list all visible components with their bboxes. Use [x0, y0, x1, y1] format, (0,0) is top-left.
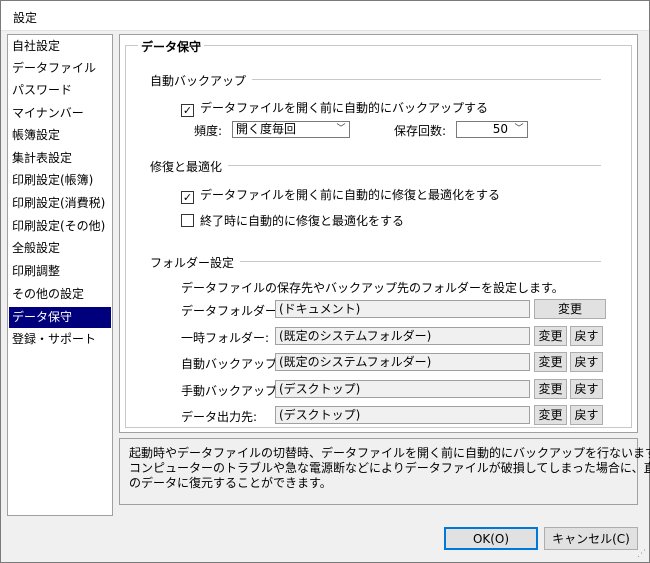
auto-backup-folder-path: (既定のシステムフォルダー): [275, 353, 530, 371]
window-title: 設定: [13, 11, 38, 25]
sidebar-item-support[interactable]: 登録・サポート: [9, 329, 111, 350]
sidebar-item-print-adjust[interactable]: 印刷調整: [9, 261, 111, 282]
export-folder-label: データ出力先:: [181, 410, 258, 424]
auto-backup-divider: [236, 79, 601, 80]
settings-window: 設定 自社設定 データファイル パスワード マイナンバー 帳簿設定 集計表設定 …: [0, 0, 650, 563]
repair-on-exit-label: 終了時に自動的に修復と最適化をする: [200, 214, 405, 228]
repair-section-title: 修復と最適化: [150, 158, 229, 175]
sidebar-item-data-maintenance[interactable]: データ保守: [9, 307, 111, 328]
data-maintenance-panel: データ保守 自動バックアップ ✓ データファイルを開く前に自動的にバックアップする…: [119, 34, 638, 433]
auto-backup-checkbox[interactable]: ✓ データファイルを開く前に自動的にバックアップする: [181, 99, 489, 117]
export-folder-reset-button[interactable]: 戻す: [570, 405, 603, 425]
data-maintenance-group: データ保守 自動バックアップ ✓ データファイルを開く前に自動的にバックアップする…: [125, 38, 632, 428]
repair-on-open-label: データファイルを開く前に自動的に修復と最適化をする: [200, 188, 501, 202]
sidebar-item-password[interactable]: パスワード: [9, 80, 111, 101]
temp-folder-label: 一時フォルダー:: [181, 331, 270, 345]
frequency-label: 頻度:: [194, 124, 223, 138]
auto-backup-section-title: 自動バックアップ: [150, 72, 253, 89]
auto-backup-folder-change-button[interactable]: 変更: [534, 352, 567, 372]
help-line: のデータに復元することができます。: [129, 476, 332, 490]
temp-folder-change-button[interactable]: 変更: [534, 326, 567, 346]
data-folder-label: データフォルダー:: [181, 304, 282, 318]
check-mark-icon: ✓: [181, 104, 194, 117]
sidebar-item-print-ledger[interactable]: 印刷設定(帳簿): [9, 170, 111, 191]
resize-grip-icon[interactable]: ⋰: [637, 550, 647, 560]
sidebar-item-data-file[interactable]: データファイル: [9, 58, 111, 79]
cancel-button[interactable]: キャンセル(C): [544, 527, 638, 550]
data-folder-change-button[interactable]: 変更: [534, 299, 606, 319]
save-count-select[interactable]: 50 ﹀: [456, 121, 528, 138]
repair-on-open-checkbox[interactable]: ✓ データファイルを開く前に自動的に修復と最適化をする: [181, 186, 501, 204]
sidebar-item-company[interactable]: 自社設定: [9, 36, 111, 57]
settings-category-list[interactable]: 自社設定 データファイル パスワード マイナンバー 帳簿設定 集計表設定 印刷設…: [7, 34, 113, 516]
manual-backup-folder-reset-button[interactable]: 戻す: [570, 379, 603, 399]
folders-divider: [236, 261, 601, 262]
export-folder-change-button[interactable]: 変更: [534, 405, 567, 425]
chevron-down-icon: ﹀: [514, 124, 524, 134]
help-line: コンピューターのトラブルや急な電源断などによりデータファイルが破損してしまった場…: [129, 461, 650, 475]
frequency-value: 開く度毎回: [236, 122, 297, 136]
folders-section-title: フォルダー設定: [150, 254, 241, 271]
sidebar-item-ledger[interactable]: 帳簿設定: [9, 125, 111, 146]
data-folder-path: (ドキュメント): [275, 300, 530, 318]
sidebar-item-general[interactable]: 全般設定: [9, 238, 111, 259]
ok-button[interactable]: OK(O): [444, 527, 538, 550]
export-folder-path: (デスクトップ): [275, 406, 530, 424]
auto-backup-checkbox-label: データファイルを開く前に自動的にバックアップする: [200, 101, 489, 115]
folders-description: データファイルの保存先やバックアップ先のフォルダーを設定します。: [181, 281, 564, 295]
help-line: 起動時やデータファイルの切替時、データファイルを開く前に自動的にバックアップを行…: [129, 446, 650, 460]
temp-folder-reset-button[interactable]: 戻す: [570, 326, 603, 346]
manual-backup-folder-label: 手動バックアップ:: [181, 384, 282, 398]
save-count-label: 保存回数:: [394, 124, 447, 138]
sidebar-item-summary[interactable]: 集計表設定: [9, 148, 111, 169]
sidebar-item-print-tax[interactable]: 印刷設定(消費税): [9, 193, 111, 214]
check-mark-icon: ✓: [181, 191, 194, 204]
sidebar-item-my-number[interactable]: マイナンバー: [9, 103, 111, 124]
auto-backup-folder-label: 自動バックアップ:: [181, 357, 282, 371]
sidebar-item-other[interactable]: その他の設定: [9, 284, 111, 305]
temp-folder-path: (既定のシステムフォルダー): [275, 327, 530, 345]
repair-divider: [224, 165, 601, 166]
title-bar[interactable]: 設定: [1, 1, 649, 31]
sidebar-item-print-other[interactable]: 印刷設定(その他): [9, 216, 111, 237]
manual-backup-folder-path: (デスクトップ): [275, 380, 530, 398]
panel-title: データ保守: [138, 38, 205, 55]
frequency-select[interactable]: 開く度毎回 ﹀: [232, 121, 350, 138]
chevron-down-icon: ﹀: [336, 124, 346, 134]
auto-backup-folder-reset-button[interactable]: 戻す: [570, 352, 603, 372]
save-count-value: 50: [492, 122, 508, 136]
checkbox-empty-icon: [181, 214, 194, 227]
repair-on-exit-checkbox[interactable]: 終了時に自動的に修復と最適化をする: [181, 212, 404, 228]
help-description: 起動時やデータファイルの切替時、データファイルを開く前に自動的にバックアップを行…: [119, 438, 650, 505]
manual-backup-folder-change-button[interactable]: 変更: [534, 379, 567, 399]
